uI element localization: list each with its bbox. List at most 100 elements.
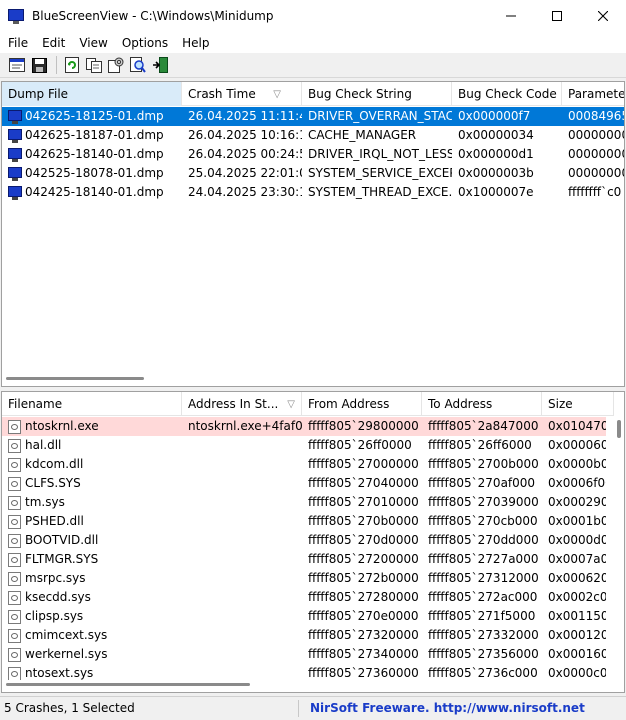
scrollbar-thumb[interactable] [6, 377, 144, 380]
nirsoft-link[interactable]: NirSoft Freeware. http://www.nirsoft.net [310, 697, 585, 720]
table-row[interactable]: 042625-18140-01.dmp 26.04.2025 00:24:56 … [2, 145, 624, 164]
save-button[interactable] [30, 56, 48, 74]
bug-check-string: DRIVER_OVERRAN_STAC... [308, 109, 452, 123]
table-row[interactable]: CLFS.SYS fffff805`27040000 fffff805`270a… [2, 474, 606, 493]
table-row[interactable]: clipsp.sys fffff805`270e0000 fffff805`27… [2, 607, 606, 626]
column-bug-check-string[interactable]: Bug Check String [302, 82, 452, 106]
driver-list-vertical-scrollbar[interactable] [614, 416, 624, 678]
table-row[interactable]: FLTMGR.SYS fffff805`27200000 fffff805`27… [2, 550, 606, 569]
table-row[interactable]: tm.sys fffff805`27010000 fffff805`270390… [2, 493, 606, 512]
from-address: fffff805`26ff0000 [308, 438, 412, 452]
properties-button[interactable] [8, 56, 26, 74]
menu-help[interactable]: Help [174, 36, 215, 50]
driver-file-icon [8, 571, 21, 586]
size: 0x0006f000 [548, 476, 606, 490]
from-address: fffff805`27000000 [308, 457, 419, 471]
table-row[interactable]: ksecdd.sys fffff805`27280000 fffff805`27… [2, 588, 606, 607]
column-address-in-stack[interactable]: Address In St... ▽ [182, 392, 302, 416]
address-in-stack [182, 569, 302, 588]
table-row[interactable]: ntoskrnl.exe ntoskrnl.exe+4faf05 fffff80… [2, 417, 606, 436]
table-row[interactable]: 042625-18125-01.dmp 26.04.2025 11:11:45 … [2, 107, 624, 126]
copy-button[interactable] [85, 56, 103, 74]
address-in-stack [182, 588, 302, 607]
to-address: fffff805`2a847000 [428, 419, 539, 433]
find-button[interactable] [129, 56, 147, 74]
dump-file-icon [8, 185, 22, 200]
bug-check-string: CACHE_MANAGER [308, 128, 417, 142]
bug-check-code: 0x000000f7 [458, 109, 531, 123]
column-from-address[interactable]: From Address [302, 392, 422, 416]
dump-file-icon [8, 166, 22, 181]
table-row[interactable]: werkernel.sys fffff805`27340000 fffff805… [2, 645, 606, 664]
table-row[interactable]: hal.dll fffff805`26ff0000 fffff805`26ff6… [2, 436, 606, 455]
dump-file-name: 042625-18140-01.dmp [25, 147, 164, 161]
column-crash-time[interactable]: Crash Time ▽ [182, 82, 302, 106]
title-bar: BlueScreenView - C:\Windows\Minidump [0, 0, 626, 32]
driver-file-icon [8, 514, 21, 529]
address-in-stack [182, 436, 302, 455]
close-button[interactable] [580, 0, 626, 32]
column-label: To Address [428, 397, 493, 411]
refresh-button[interactable] [63, 56, 81, 74]
table-row[interactable]: BOOTVID.dll fffff805`270d0000 fffff805`2… [2, 531, 606, 550]
from-address: fffff805`270e0000 [308, 609, 419, 623]
table-row[interactable]: 042625-18187-01.dmp 26.04.2025 10:16:15 … [2, 126, 624, 145]
toolbar [0, 53, 626, 78]
bug-check-code: 0x1000007e [458, 185, 534, 199]
minimize-button[interactable] [488, 0, 534, 32]
sort-descending-icon: ▽ [273, 89, 281, 100]
column-filename[interactable]: Filename [2, 392, 182, 416]
column-parameter[interactable]: Parameter [562, 82, 624, 106]
table-row[interactable]: kdcom.dll fffff805`27000000 fffff805`270… [2, 455, 606, 474]
from-address: fffff805`272b0000 [308, 571, 419, 585]
address-in-stack: ntoskrnl.exe+4faf05 [188, 419, 302, 433]
table-row[interactable]: msrpc.sys fffff805`272b0000 fffff805`273… [2, 569, 606, 588]
size: 0x0001b000 [548, 514, 606, 528]
column-dump-file[interactable]: Dump File [2, 82, 182, 106]
crash-time: 24.04.2025 23:30:10 [188, 185, 302, 199]
parameter: 00000000`0 [568, 128, 624, 142]
crash-time: 26.04.2025 11:11:45 [188, 109, 302, 123]
driver-list-horizontal-scrollbar[interactable] [2, 680, 614, 688]
advanced-options-button[interactable] [107, 56, 125, 74]
address-in-stack [182, 474, 302, 493]
address-in-stack [182, 645, 302, 664]
from-address: fffff805`27040000 [308, 476, 419, 490]
exit-button[interactable] [151, 56, 169, 74]
scrollbar-thumb[interactable] [617, 420, 621, 438]
address-in-stack [182, 493, 302, 512]
menu-file[interactable]: File [0, 36, 34, 50]
driver-filename: kdcom.dll [25, 457, 84, 471]
crash-list-horizontal-scrollbar[interactable] [2, 374, 624, 382]
driver-file-icon [8, 609, 21, 624]
menu-view[interactable]: View [71, 36, 113, 50]
column-label: Address In St... [188, 397, 279, 411]
address-in-stack [182, 512, 302, 531]
from-address: fffff805`270b0000 [308, 514, 419, 528]
dump-file-name: 042525-18078-01.dmp [25, 166, 164, 180]
column-label: Bug Check Code [458, 87, 557, 101]
maximize-button[interactable] [534, 0, 580, 32]
table-row[interactable]: PSHED.dll fffff805`270b0000 fffff805`270… [2, 512, 606, 531]
driver-filename: BOOTVID.dll [25, 533, 99, 547]
table-row[interactable]: cmimcext.sys fffff805`27320000 fffff805`… [2, 626, 606, 645]
from-address: fffff805`29800000 [308, 419, 419, 433]
column-bug-check-code[interactable]: Bug Check Code [452, 82, 562, 106]
table-row[interactable]: 042525-18078-01.dmp 25.04.2025 22:01:03 … [2, 164, 624, 183]
dump-file-icon [8, 147, 22, 162]
driver-file-icon [8, 438, 21, 453]
address-in-stack [182, 550, 302, 569]
to-address: fffff805`272ac000 [428, 590, 538, 604]
scrollbar-thumb[interactable] [6, 683, 250, 686]
driver-filename: PSHED.dll [25, 514, 84, 528]
driver-file-icon [8, 590, 21, 605]
menu-options[interactable]: Options [114, 36, 174, 50]
column-to-address[interactable]: To Address [422, 392, 542, 416]
address-in-stack [182, 626, 302, 645]
column-size[interactable]: Size [542, 392, 614, 416]
menu-edit[interactable]: Edit [34, 36, 71, 50]
table-row[interactable]: 042425-18140-01.dmp 24.04.2025 23:30:10 … [2, 183, 624, 202]
driver-filename: werkernel.sys [25, 647, 108, 661]
sort-descending-icon: ▽ [287, 399, 295, 410]
status-bar: 5 Crashes, 1 Selected NirSoft Freeware. … [0, 696, 626, 720]
